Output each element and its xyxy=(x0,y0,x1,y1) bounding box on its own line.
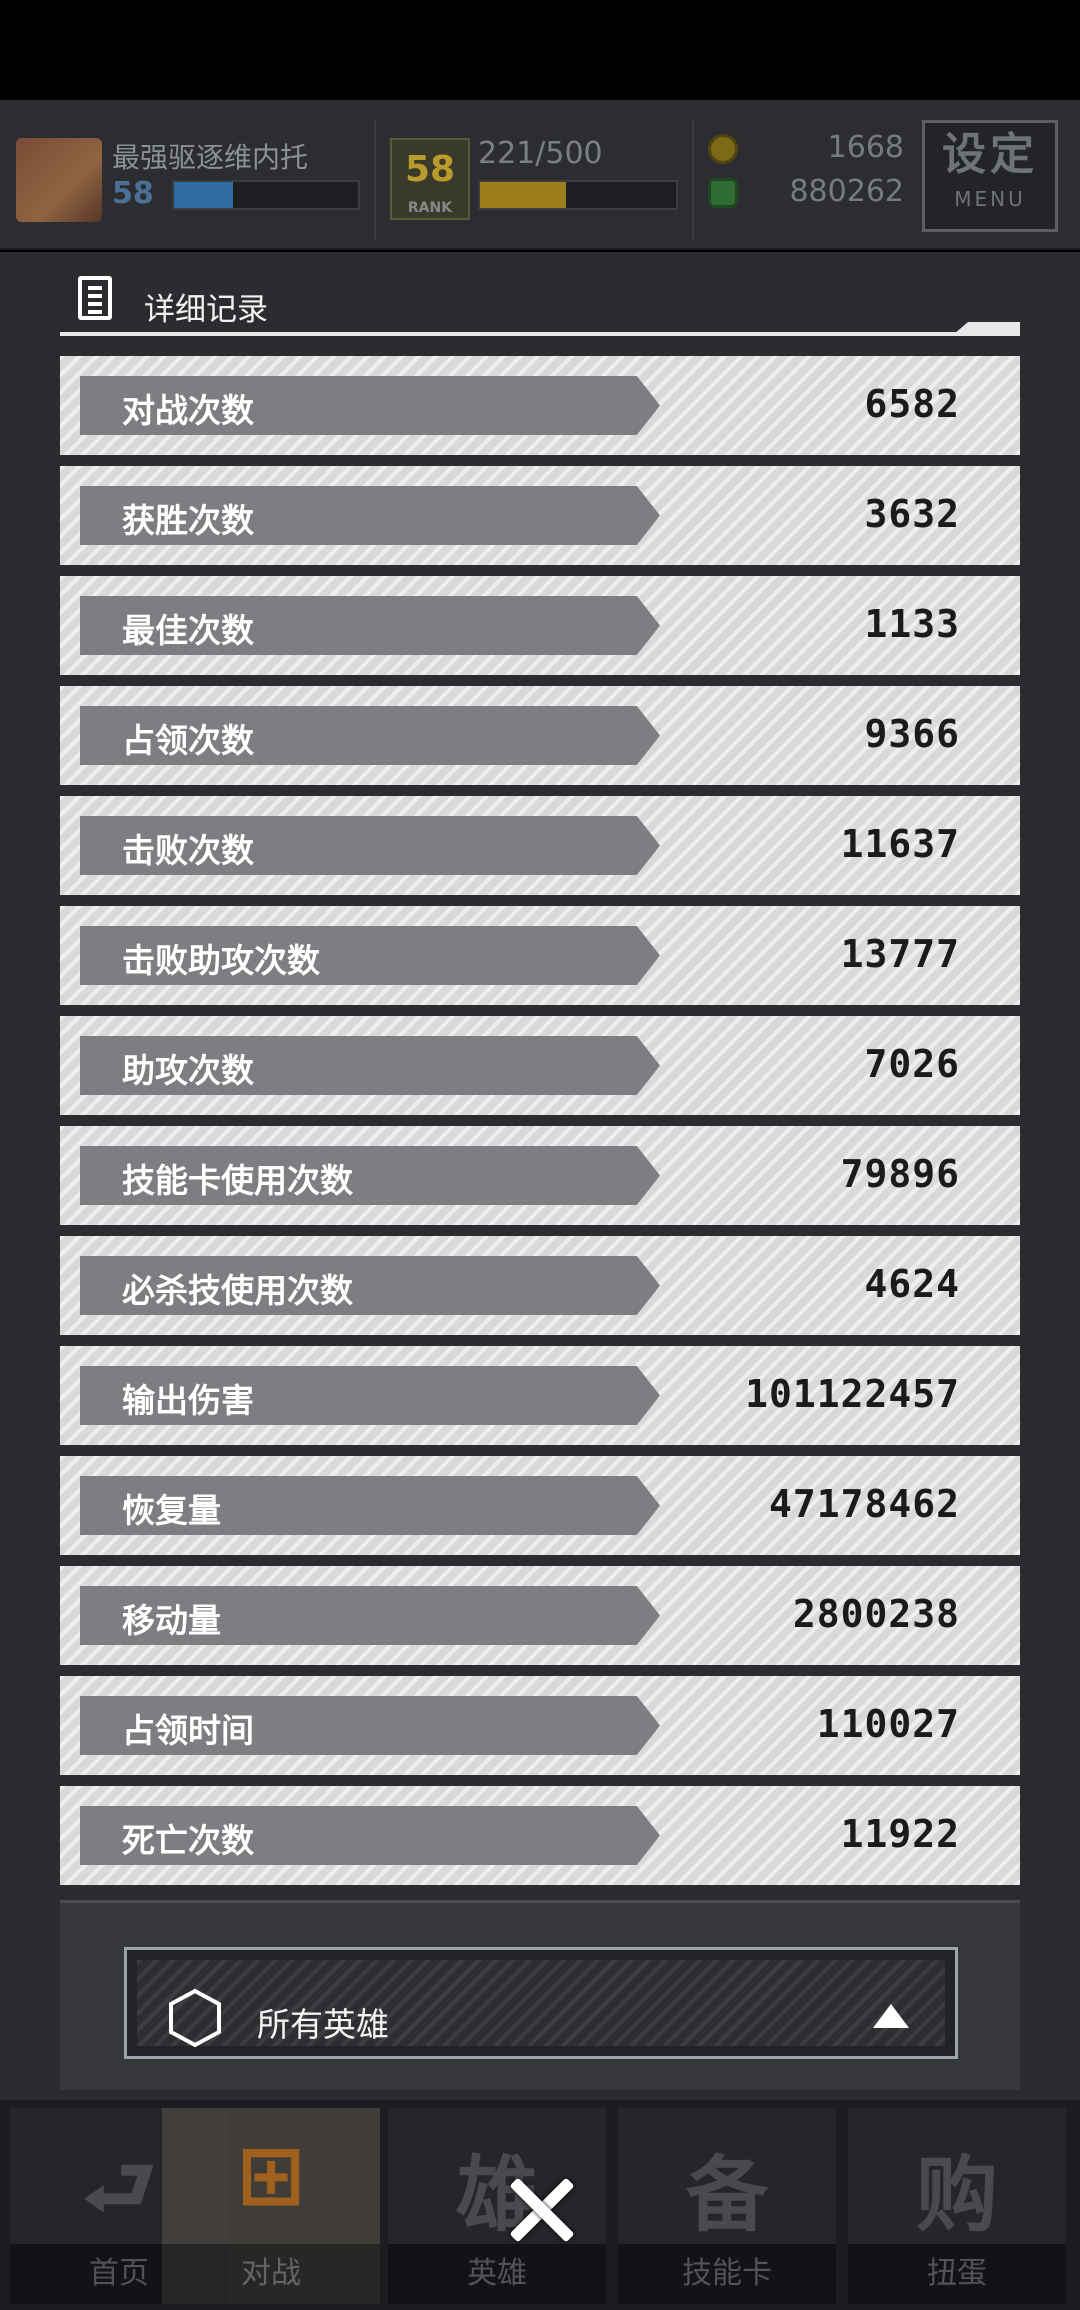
gold-coin-icon xyxy=(708,134,738,164)
stat-label: 占领次数 xyxy=(122,721,254,760)
gold-currency-value: 1668 xyxy=(827,130,904,165)
player-level: 58 xyxy=(112,176,154,211)
stat-row: 对战次数 6582 xyxy=(60,356,1020,455)
header-divider xyxy=(60,332,1020,336)
stat-label: 占领时间 xyxy=(122,1711,254,1750)
stat-row: 恢复量 47178462 xyxy=(60,1456,1020,1555)
header-tab xyxy=(954,322,1020,334)
divider xyxy=(692,120,694,240)
hero-filter-dropdown[interactable]: 所有英雄 xyxy=(124,1947,958,2059)
stat-row: 输出伤害 101122457 xyxy=(60,1346,1020,1445)
stat-row: 获胜次数 3632 xyxy=(60,466,1020,565)
hexagon-icon xyxy=(169,1988,221,2048)
filter-selected-text: 所有英雄 xyxy=(257,2005,389,2044)
stat-value: 101122457 xyxy=(745,1372,960,1416)
rank-badge-text: 58 xyxy=(404,149,456,190)
stat-value: 4624 xyxy=(864,1262,960,1306)
stat-value: 7026 xyxy=(864,1042,960,1086)
nav-label: 对战 xyxy=(162,2244,380,2304)
gamepad-icon: ⊞ xyxy=(236,2128,306,2223)
stat-value: 6582 xyxy=(864,382,960,426)
menu-button[interactable]: 设定 MENU xyxy=(922,120,1058,232)
stats-list[interactable]: 对战次数 6582 获胜次数 3632 最佳次数 1133 占领次数 9366 击败次数 1163… xyxy=(60,356,1020,1896)
nav-label: 扭蛋 xyxy=(848,2244,1066,2304)
level-progress-bar xyxy=(172,180,360,210)
gacha-icon: 购 xyxy=(915,2148,998,2243)
stat-label: 死亡次数 xyxy=(122,1821,254,1860)
player-name: 最强驱逐维内托 xyxy=(112,141,309,174)
nav-label: 英雄 xyxy=(388,2244,606,2304)
stat-row: 移动量 2800238 xyxy=(60,1566,1020,1665)
nav-item-3[interactable]: 备技能卡 xyxy=(618,2108,836,2304)
stat-value: 3632 xyxy=(864,492,960,536)
stat-row: 击败助攻次数 13777 xyxy=(60,906,1020,1005)
nav-label: 技能卡 xyxy=(618,2244,836,2304)
stat-value: 11922 xyxy=(840,1812,960,1856)
stat-row: 最佳次数 1133 xyxy=(60,576,1020,675)
green-currency-icon xyxy=(708,178,738,208)
stat-value: 2800238 xyxy=(792,1592,960,1636)
stat-row: 占领时间 110027 xyxy=(60,1676,1020,1775)
status-bar xyxy=(0,0,1080,100)
stat-value: 47178462 xyxy=(768,1482,960,1526)
avatar[interactable] xyxy=(16,138,102,222)
stat-value: 79896 xyxy=(840,1152,960,1196)
stat-label: 击败助攻次数 xyxy=(122,941,320,980)
menu-sub: MENU xyxy=(954,187,1026,211)
panel-title: 详细记录 xyxy=(144,292,268,328)
stat-label: 最佳次数 xyxy=(122,611,254,650)
rank-progress-text: 221/500 xyxy=(478,136,603,171)
stat-label: 对战次数 xyxy=(122,391,254,430)
stat-value: 13777 xyxy=(840,932,960,976)
stat-label: 击败次数 xyxy=(122,831,254,870)
stat-label: 获胜次数 xyxy=(122,501,254,540)
caret-up-icon xyxy=(873,2004,909,2028)
stat-row: 击败次数 11637 xyxy=(60,796,1020,895)
close-button[interactable] xyxy=(500,2170,580,2250)
stat-label: 技能卡使用次数 xyxy=(122,1161,353,1200)
stat-value: 1133 xyxy=(864,602,960,646)
nav-item-4[interactable]: 购扭蛋 xyxy=(848,2108,1066,2304)
stat-label: 输出伤害 xyxy=(122,1381,254,1420)
green-currency-value: 880262 xyxy=(789,174,904,209)
nav-item-1[interactable]: ⊞ 对战 xyxy=(162,2108,380,2304)
stat-value: 110027 xyxy=(816,1702,960,1746)
rank-progress-bar xyxy=(478,180,678,210)
stat-row: 死亡次数 11922 xyxy=(60,1786,1020,1885)
stat-row: 助攻次数 7026 xyxy=(60,1016,1020,1115)
top-bar: 最强驱逐维内托 58 58 RANK 221/500 1668 880262 设… xyxy=(0,100,1080,250)
document-icon xyxy=(78,276,112,320)
stat-label: 恢复量 xyxy=(122,1491,221,1530)
stat-label: 必杀技使用次数 xyxy=(122,1271,353,1310)
stat-row: 占领次数 9366 xyxy=(60,686,1020,785)
panel-header: 详细记录 xyxy=(60,270,1020,340)
stat-value: 11637 xyxy=(840,822,960,866)
stat-label: 移动量 xyxy=(122,1601,221,1640)
skill-card-icon: 备 xyxy=(685,2148,768,2243)
rank-badge[interactable]: 58 RANK xyxy=(390,138,470,220)
stat-label: 助攻次数 xyxy=(122,1051,254,1090)
stat-value: 9366 xyxy=(864,712,960,756)
rank-badge-sub: RANK xyxy=(407,200,453,216)
divider xyxy=(374,120,376,240)
menu-title: 设定 xyxy=(942,129,1038,180)
filter-area: 所有英雄 xyxy=(60,1900,1020,2090)
stat-row: 必杀技使用次数 4624 xyxy=(60,1236,1020,1335)
stat-row: 技能卡使用次数 79896 xyxy=(60,1126,1020,1225)
